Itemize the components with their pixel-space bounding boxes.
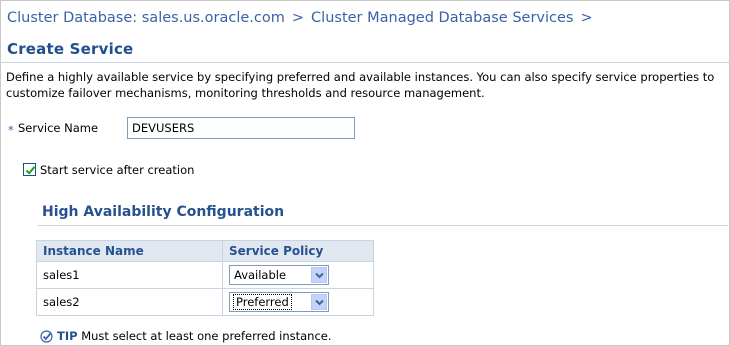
dropdown-button[interactable]	[311, 267, 327, 283]
breadcrumb-link-cluster-database[interactable]: Cluster Database: sales.us.oracle.com	[7, 10, 285, 26]
breadcrumb: Cluster Database: sales.us.oracle.com > Cl…	[7, 10, 600, 26]
tip-message: TIP Must select at least one preferred i…	[57, 329, 332, 343]
instance-name-cell: sales2	[36, 288, 223, 316]
checkmark-icon	[25, 166, 36, 175]
title-divider	[0, 62, 730, 63]
chevron-down-icon	[315, 272, 324, 279]
service-name-input[interactable]	[127, 117, 355, 139]
table-row: sales1 Available	[36, 261, 374, 289]
breadcrumb-separator: >	[580, 10, 593, 26]
required-marker: *	[8, 123, 14, 137]
service-policy-value: Preferred	[233, 294, 292, 310]
page-description: Define a highly available service by spe…	[6, 70, 715, 100]
section-divider	[38, 225, 728, 226]
ha-config-title: High Availability Configuration	[42, 204, 285, 220]
table-header-row: Instance Name Service Policy	[36, 240, 374, 262]
instance-name-cell: sales1	[36, 261, 223, 289]
service-policy-value: Available	[234, 268, 287, 282]
service-name-label: Service Name	[18, 121, 99, 135]
page-title: Create Service	[7, 40, 134, 58]
tip-check-icon	[40, 330, 53, 343]
service-policy-cell: Preferred	[222, 288, 374, 316]
service-policy-cell: Available	[222, 261, 374, 289]
start-service-label: Start service after creation	[40, 163, 195, 177]
breadcrumb-link-managed-services[interactable]: Cluster Managed Database Services	[311, 10, 573, 26]
start-service-checkbox[interactable]	[23, 163, 36, 176]
dropdown-button[interactable]	[311, 294, 327, 310]
service-policy-select[interactable]: Preferred	[229, 292, 329, 312]
tip-text: Must select at least one preferred insta…	[81, 329, 332, 343]
chevron-down-icon	[315, 299, 324, 306]
service-policy-select[interactable]: Available	[229, 265, 329, 285]
column-header-instance-name: Instance Name	[36, 240, 223, 262]
breadcrumb-separator: >	[291, 10, 305, 26]
table-row: sales2 Preferred	[36, 288, 374, 316]
column-header-service-policy: Service Policy	[222, 240, 374, 262]
instances-table: Instance Name Service Policy sales1 Avai…	[36, 240, 374, 316]
tip-label: TIP	[57, 329, 78, 343]
